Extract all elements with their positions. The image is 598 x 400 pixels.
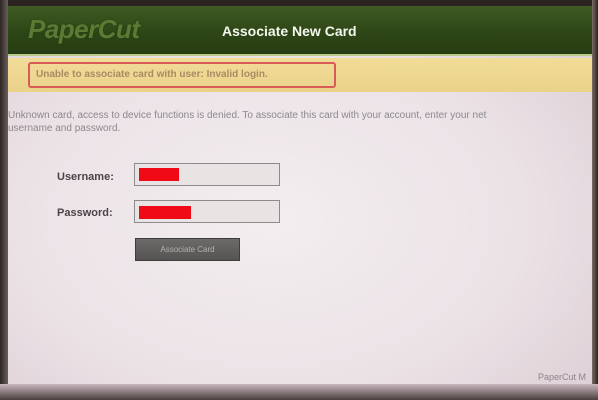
bezel-top xyxy=(0,0,598,6)
error-message: Unable to associate card with user: Inva… xyxy=(36,69,268,80)
username-field[interactable] xyxy=(134,163,280,186)
kiosk-screen: PaperCut Associate New Card Unable to as… xyxy=(0,0,598,400)
password-label: Password: xyxy=(57,207,113,219)
bezel-right xyxy=(592,0,598,400)
bezel-bottom xyxy=(0,384,598,400)
username-redaction xyxy=(139,168,179,181)
associate-card-button[interactable]: Associate Card xyxy=(135,238,240,261)
instructions-line-1: Unknown card, access to device functions… xyxy=(8,110,487,121)
page-title: Associate New Card xyxy=(222,23,357,39)
footer-brand: PaperCut M xyxy=(538,372,587,382)
password-redaction xyxy=(139,206,191,219)
username-label: Username: xyxy=(57,171,114,183)
password-field[interactable] xyxy=(134,200,280,223)
bezel-left xyxy=(0,0,8,400)
papercut-logo: PaperCut xyxy=(28,14,140,44)
instructions-line-2: username and password. xyxy=(8,123,121,134)
header-bar: PaperCut Associate New Card xyxy=(8,6,592,56)
